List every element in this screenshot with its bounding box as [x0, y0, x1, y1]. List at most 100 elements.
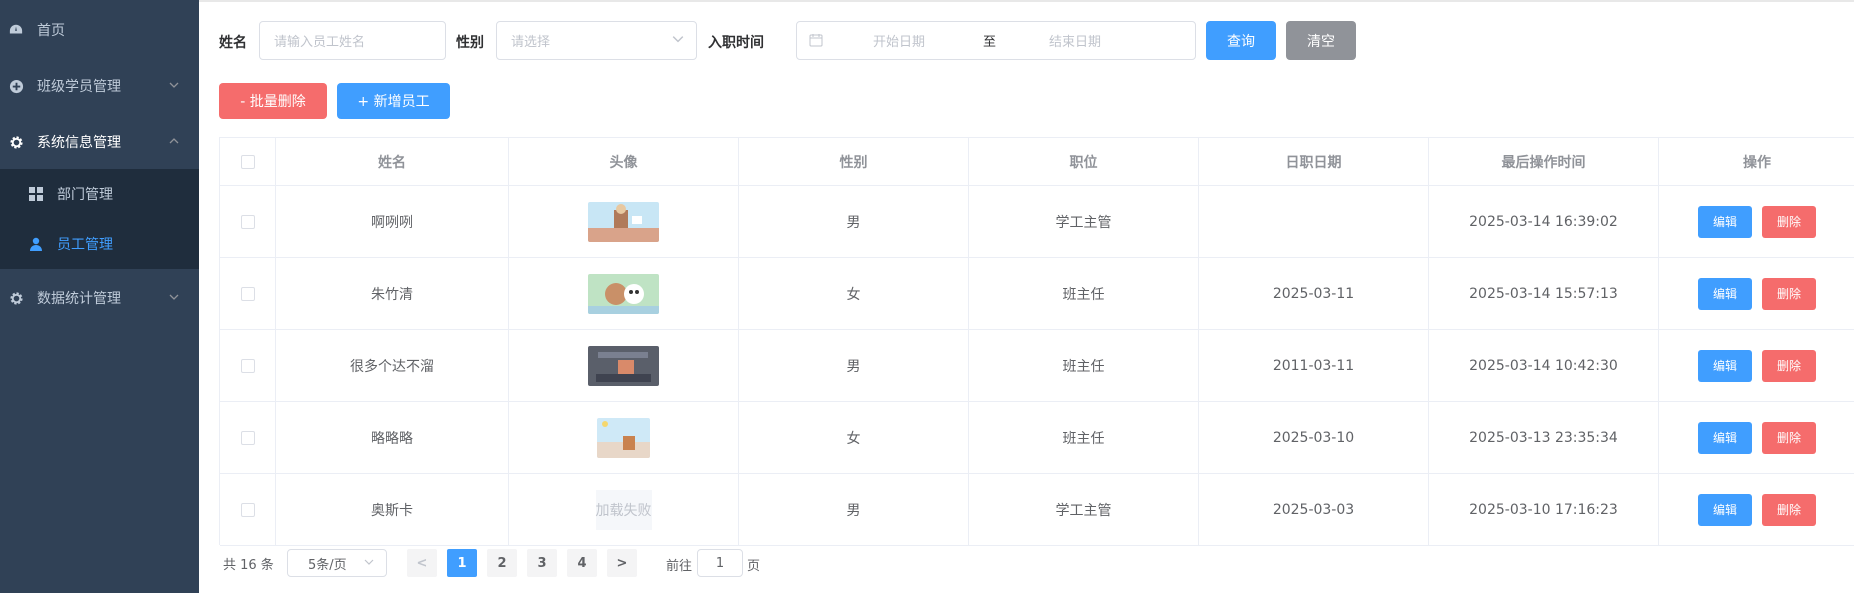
edit-button[interactable]: 编辑 [1697, 349, 1752, 382]
goto-page-value: 1 [715, 555, 725, 571]
batch-delete-button[interactable]: - 批量删除 [219, 83, 327, 119]
cell-update-time: 2025-03-14 15:57:13 [1429, 258, 1659, 330]
page-suffix: 页 [747, 559, 761, 574]
page-size-value: 5条/页 [308, 557, 347, 573]
grid-icon [28, 186, 44, 202]
sidebar: 首页 班级学员管理 系统信息管理 部门管理 员工管理 数据统计管理 [0, 0, 199, 593]
goto-label: 前往 [666, 559, 693, 574]
end-date-placeholder[interactable]: 结束日期 [1049, 31, 1101, 50]
gender-select[interactable]: 请选择 [496, 21, 697, 60]
next-page-button[interactable]: > [607, 549, 637, 577]
delete-button[interactable]: 删除 [1762, 277, 1817, 310]
page-1-button[interactable]: 1 [447, 549, 477, 577]
edit-button[interactable]: 编辑 [1697, 277, 1752, 310]
page-size-select[interactable]: 5条/页 [287, 549, 387, 577]
cell-update-time: 2025-03-14 10:42:30 [1429, 330, 1659, 402]
cell-job: 班主任 [969, 402, 1199, 474]
row-select-cell [220, 186, 276, 258]
gear-icon [8, 290, 24, 306]
row-checkbox[interactable] [240, 430, 255, 445]
chevron-up-icon [169, 134, 179, 150]
menu-item-system[interactable]: 系统信息管理 [0, 114, 199, 170]
name-search-input[interactable]: 请输入员工姓名 [259, 21, 446, 60]
cell-update-time: 2025-03-13 23:35:34 [1429, 402, 1659, 474]
chevron-down-icon [169, 78, 179, 94]
edit-button[interactable]: 编辑 [1697, 493, 1752, 526]
chevron-down-icon [672, 33, 684, 48]
date-label: 入职时间 [708, 35, 764, 51]
divider [199, 0, 1854, 2]
date-range-picker[interactable]: 开始日期 至 结束日期 [796, 21, 1196, 60]
plus-circle-icon [8, 78, 24, 94]
delete-button[interactable]: 删除 [1762, 349, 1817, 382]
gear-icon [8, 134, 24, 150]
calendar-icon [809, 33, 823, 51]
dashboard-icon [8, 22, 24, 38]
page-4-button[interactable]: 4 [567, 549, 597, 577]
row-select-cell [220, 402, 276, 474]
cell-actions: 编辑 删除 [1659, 330, 1854, 402]
menu-item-class[interactable]: 班级学员管理 [0, 58, 199, 114]
gender-label: 性别 [456, 35, 484, 51]
menu-label: 班级学员管理 [37, 79, 121, 95]
row-checkbox[interactable] [240, 358, 255, 373]
avatar [588, 273, 659, 314]
pagination-total: 共 16 条 [223, 558, 274, 573]
add-employee-button[interactable]: + 新增员工 [337, 83, 450, 119]
sidebar-item-department[interactable]: 部门管理 [0, 169, 199, 219]
clear-button[interactable]: 清空 [1286, 21, 1356, 60]
menu-item-stats[interactable]: 数据统计管理 [0, 270, 199, 326]
row-checkbox[interactable] [240, 286, 255, 301]
cell-name: 朱竹清 [276, 258, 509, 330]
header-update-time: 最后操作时间 [1429, 138, 1659, 186]
select-all-checkbox[interactable] [240, 154, 255, 169]
query-button[interactable]: 查询 [1206, 21, 1276, 60]
avatar [588, 345, 659, 386]
cell-gender: 女 [739, 258, 969, 330]
avatar [588, 201, 659, 242]
header-entry-date: 日职日期 [1199, 138, 1429, 186]
cell-entry-date: 2025-03-03 [1199, 474, 1429, 546]
goto-page-input[interactable]: 1 [697, 549, 743, 577]
row-checkbox[interactable] [240, 502, 255, 517]
cell-avatar: 加载失败 [509, 474, 739, 546]
menu-item-home[interactable]: 首页 [0, 2, 199, 58]
header-name: 姓名 [276, 138, 509, 186]
cell-actions: 编辑 删除 [1659, 186, 1854, 258]
menu-label: 首页 [37, 23, 65, 39]
chevron-down-icon [169, 290, 179, 306]
delete-button[interactable]: 删除 [1762, 205, 1817, 238]
avatar-failed: 加载失败 [595, 489, 652, 530]
sidebar-item-employee[interactable]: 员工管理 [0, 219, 199, 269]
header-gender: 性别 [739, 138, 969, 186]
start-date-placeholder[interactable]: 开始日期 [873, 31, 925, 50]
cell-name: 啊咧咧 [276, 186, 509, 258]
cell-actions: 编辑 删除 [1659, 474, 1854, 546]
row-select-cell [220, 330, 276, 402]
cell-avatar [509, 258, 739, 330]
cell-avatar [509, 330, 739, 402]
header-select-all-cell [220, 138, 276, 186]
edit-button[interactable]: 编辑 [1697, 421, 1752, 454]
name-label: 姓名 [219, 35, 247, 51]
cell-gender: 男 [739, 474, 969, 546]
cell-name: 很多个达不溜 [276, 330, 509, 402]
cell-update-time: 2025-03-14 16:39:02 [1429, 186, 1659, 258]
edit-button[interactable]: 编辑 [1697, 205, 1752, 238]
menu-label: 部门管理 [57, 187, 113, 203]
row-checkbox[interactable] [240, 214, 255, 229]
cell-job: 学工主管 [969, 186, 1199, 258]
page-3-button[interactable]: 3 [527, 549, 557, 577]
cell-entry-date [1199, 186, 1429, 258]
menu-label: 系统信息管理 [37, 135, 121, 151]
user-icon [28, 236, 44, 252]
page-2-button[interactable]: 2 [487, 549, 517, 577]
row-select-cell [220, 474, 276, 546]
row-select-cell [220, 258, 276, 330]
delete-button[interactable]: 删除 [1762, 421, 1817, 454]
header-actions: 操作 [1659, 138, 1854, 186]
delete-button[interactable]: 删除 [1762, 493, 1817, 526]
range-separator: 至 [983, 35, 997, 50]
prev-page-button[interactable]: < [407, 549, 437, 577]
cell-entry-date: 2025-03-10 [1199, 402, 1429, 474]
